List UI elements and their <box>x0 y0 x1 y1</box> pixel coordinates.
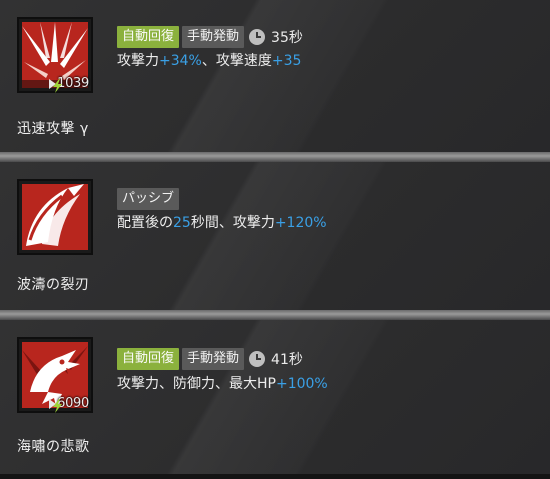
tag-auto-recovery: 自動回復 <box>117 348 180 370</box>
desc-text: 、攻撃速度 <box>201 53 272 69</box>
desc-value: 25 <box>173 215 191 231</box>
skill-duration: 35秒 <box>271 30 303 46</box>
skill-name: 海嘯の悲歌 <box>17 439 90 455</box>
skill-name: 波濤の裂刃 <box>17 277 90 293</box>
desc-value: +35 <box>271 53 302 69</box>
skill-icon-frame <box>17 179 93 255</box>
desc-text: 攻撃力 <box>117 53 159 69</box>
skill-duration: 41秒 <box>271 352 303 368</box>
skill-icon-frame: 60 90 <box>17 337 93 413</box>
skill-card-3[interactable]: 60 90 自動回復 手動発動 41秒 攻撃力、防御力、最大HP+100% 海嘯… <box>0 320 550 474</box>
desc-text: 秒間、攻撃力 <box>190 215 275 231</box>
card-divider <box>0 310 550 320</box>
skill-tags: 自動回復 手動発動 35秒 <box>117 26 303 48</box>
bottom-edge <box>0 474 550 479</box>
clock-icon <box>249 29 266 45</box>
skill-description: 攻撃力+34%、攻撃速度+35 <box>117 50 301 70</box>
skill-card-2[interactable]: パッシブ 配置後の25秒間、攻撃力+120% 波濤の裂刃 <box>0 162 550 310</box>
desc-text: 攻撃力、防御力、最大HP <box>117 376 276 392</box>
desc-text: 配置後の <box>117 215 173 231</box>
card-divider <box>0 152 550 162</box>
lightning-bolt-icon <box>53 79 63 93</box>
tag-auto-recovery: 自動回復 <box>117 26 180 48</box>
skill-icon-frame: 10 39 <box>17 17 93 93</box>
skill-description: 配置後の25秒間、攻撃力+120% <box>117 212 327 232</box>
desc-value: +100% <box>275 376 328 392</box>
desc-value: +34% <box>159 53 202 69</box>
skill-card-1[interactable]: 10 39 自動回復 手動発動 35秒 攻撃力+34%、攻撃速度+35 迅速攻撃… <box>0 0 550 152</box>
sp-cost-value: 39 <box>73 76 89 91</box>
tag-passive: パッシブ <box>117 188 180 210</box>
lightning-bolt-icon <box>53 399 63 413</box>
tag-manual-trigger: 手動発動 <box>182 26 245 48</box>
desc-value: +120% <box>274 215 327 231</box>
skill-name: 迅速攻撃 γ <box>17 121 89 137</box>
skill-tags: パッシブ <box>117 188 182 210</box>
sp-cost-value: 90 <box>73 396 89 411</box>
blade-wave-icon <box>22 184 88 250</box>
skill-list: 10 39 自動回復 手動発動 35秒 攻撃力+34%、攻撃速度+35 迅速攻撃… <box>0 0 550 479</box>
clock-icon <box>249 351 266 367</box>
skill-cost: 10 39 <box>49 76 89 93</box>
skill-cost: 60 90 <box>49 396 89 413</box>
tag-manual-trigger: 手動発動 <box>182 348 245 370</box>
skill-description: 攻撃力、防御力、最大HP+100% <box>117 373 328 393</box>
skill-tags: 自動回復 手動発動 41秒 <box>117 348 303 370</box>
